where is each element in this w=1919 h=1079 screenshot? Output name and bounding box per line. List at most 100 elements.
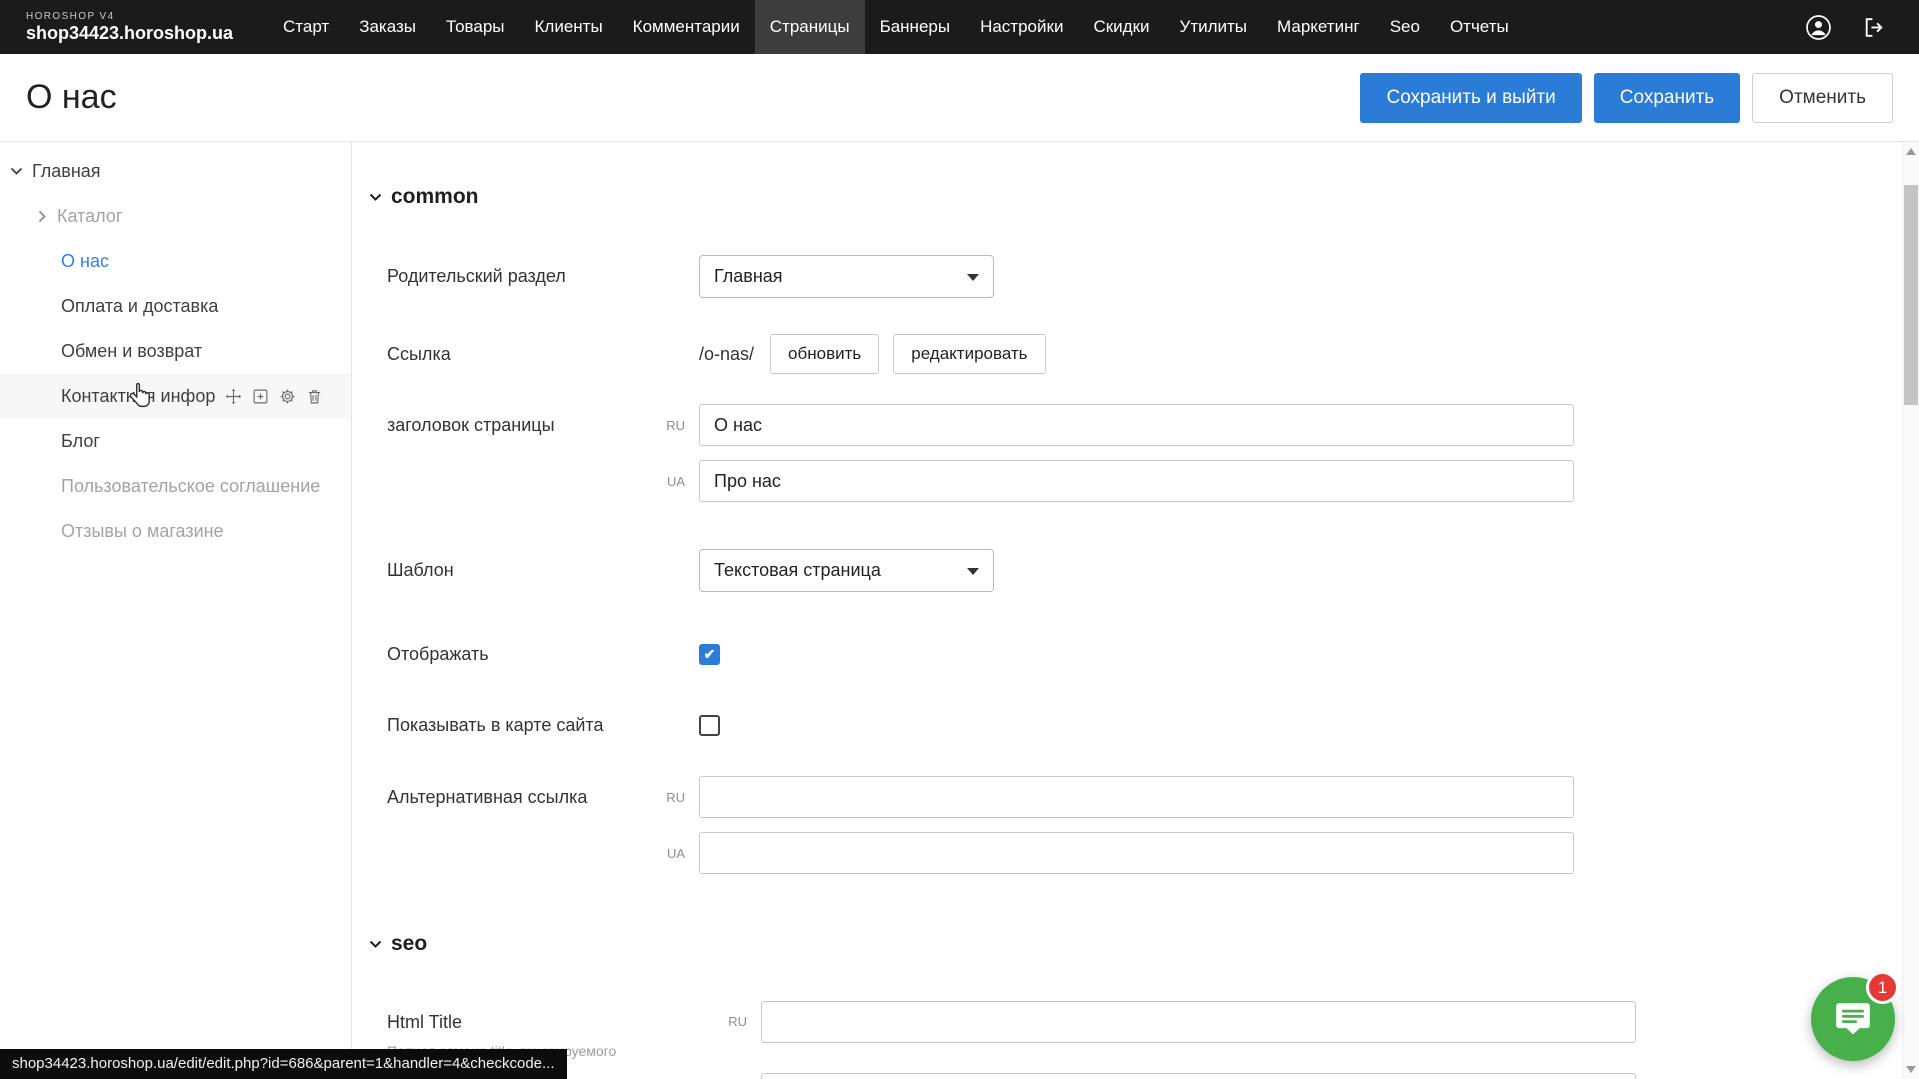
sitemap-label: Показывать в карте сайта <box>387 715 699 736</box>
link-refresh-button[interactable]: обновить <box>770 334 879 374</box>
page-title-ru-input[interactable] <box>699 404 1574 446</box>
tree-item-label: Обмен и возврат <box>61 341 202 362</box>
template-select[interactable]: Текстовая страница <box>699 549 994 592</box>
status-url-tooltip: shop34423.horoshop.ua/edit/edit.php?id=6… <box>0 1049 567 1079</box>
tree-item-label: Контактная инфор <box>61 386 215 407</box>
display-row: Отображать <box>353 644 1902 665</box>
header-actions: Сохранить и выйти Сохранить Отменить <box>1360 73 1893 123</box>
nav-banners[interactable]: Баннеры <box>865 0 966 54</box>
logout-icon[interactable] <box>1862 15 1887 40</box>
link-row: Ссылка /o-nas/ обновить редактировать <box>353 334 1902 374</box>
nav-discounts[interactable]: Скидки <box>1078 0 1164 54</box>
sitemap-row: Показывать в карте сайта <box>353 715 1902 736</box>
template-row: Шаблон Текстовая страница <box>353 549 1902 592</box>
tree-item-polzovatelskoe-soglashenie[interactable]: Пользовательское соглашение <box>0 464 351 509</box>
parent-section-row: Родительский раздел Главная <box>353 255 1902 298</box>
page-title: О нас <box>26 78 117 117</box>
alt-link-label: Альтернативная ссылка <box>387 787 637 808</box>
section-title: common <box>391 185 479 209</box>
add-page-icon[interactable] <box>252 388 269 405</box>
nav-marketing[interactable]: Маркетинг <box>1262 0 1375 54</box>
top-navigation-bar: HOROSHOP V4 shop34423.horoshop.ua Старт … <box>0 0 1919 54</box>
select-caret-icon <box>967 274 979 281</box>
tree-item-actions <box>225 388 323 405</box>
tree-item-glavnaya[interactable]: Главная <box>0 149 351 194</box>
scroll-down-arrow-icon[interactable] <box>1906 1066 1916 1073</box>
user-account-icon[interactable] <box>1805 14 1832 41</box>
section-common-header[interactable]: common <box>353 184 1902 210</box>
selected-option: Текстовая страница <box>714 560 881 581</box>
logo-domain: shop34423.horoshop.ua <box>26 23 238 44</box>
tree-item-oplata-i-dostavka[interactable]: Оплата и доставка <box>0 284 351 329</box>
tree-item-otzyvy-o-magazine[interactable]: Отзывы о магазине <box>0 509 351 554</box>
nav-start[interactable]: Старт <box>268 0 344 54</box>
link-edit-button[interactable]: редактировать <box>893 334 1045 374</box>
page-title-ua-row: UA <box>353 460 1902 502</box>
lang-tag-ru: RU <box>637 418 699 433</box>
tree-item-kontaktnaya-informatsiya[interactable]: Контактная инфор <box>0 374 351 419</box>
tree-item-label: О нас <box>61 251 109 272</box>
topbar-icons <box>1805 14 1919 41</box>
lang-tag-ua: UA <box>637 474 699 489</box>
nav-orders[interactable]: Заказы <box>344 0 431 54</box>
chat-widget-button[interactable]: 1 <box>1811 977 1895 1061</box>
settings-gear-icon[interactable] <box>279 388 296 405</box>
html-title-ru-input[interactable] <box>761 1001 1636 1043</box>
link-label: Ссылка <box>387 344 699 365</box>
tree-item-obmen-i-vozvrat[interactable]: Обмен и возврат <box>0 329 351 374</box>
nav-pages[interactable]: Страницы <box>755 0 865 54</box>
parent-section-select[interactable]: Главная <box>699 255 994 298</box>
scrollbar-thumb[interactable] <box>1904 185 1918 405</box>
logo-version: HOROSHOP V4 <box>26 11 238 22</box>
section-seo-header[interactable]: seo <box>353 931 1902 957</box>
logo[interactable]: HOROSHOP V4 shop34423.horoshop.ua <box>0 11 268 44</box>
html-title-ua-input[interactable] <box>761 1073 1636 1079</box>
nav-utilities[interactable]: Утилиты <box>1165 0 1263 54</box>
display-label: Отображать <box>387 644 699 665</box>
tree-item-katalog[interactable]: Каталог <box>0 194 351 239</box>
page-title-ua-input[interactable] <box>699 460 1574 502</box>
tree-item-label: Пользовательское соглашение <box>61 476 320 497</box>
nav-comments[interactable]: Комментарии <box>618 0 755 54</box>
delete-trash-icon[interactable] <box>306 388 323 405</box>
nav-seo[interactable]: Seo <box>1375 0 1435 54</box>
chat-unread-badge: 1 <box>1866 971 1899 1004</box>
lang-tag-ua: UA <box>637 846 699 861</box>
nav-products[interactable]: Товары <box>431 0 519 54</box>
tree-item-label: Отзывы о магазине <box>61 521 224 542</box>
chevron-down-icon[interactable] <box>10 167 23 176</box>
tree-item-label: Блог <box>61 431 100 452</box>
save-button[interactable]: Сохранить <box>1594 73 1740 123</box>
chevron-right-icon[interactable] <box>38 210 47 223</box>
lang-tag-ru: RU <box>637 790 699 805</box>
alt-link-ua-row: UA <box>353 832 1902 874</box>
nav-clients[interactable]: Клиенты <box>520 0 618 54</box>
link-path: /o-nas/ <box>699 344 754 365</box>
chevron-down-icon <box>369 193 382 202</box>
cancel-button[interactable]: Отменить <box>1752 73 1893 123</box>
content-area: Главная Каталог О нас Оплата и доставка … <box>0 142 1919 1079</box>
chat-bubble-icon <box>1832 998 1874 1040</box>
page-edit-form: common Родительский раздел Главная Ссылк… <box>353 142 1902 1079</box>
move-icon[interactable] <box>225 388 242 405</box>
tree-item-o-nas[interactable]: О нас <box>0 239 351 284</box>
vertical-scrollbar[interactable] <box>1902 142 1919 1079</box>
tree-item-label: Каталог <box>57 206 122 227</box>
main-menu: Старт Заказы Товары Клиенты Комментарии … <box>268 0 1524 54</box>
section-title: seo <box>391 932 427 956</box>
page-title-ru-row: заголовок страницы RU <box>353 404 1902 446</box>
chevron-down-icon <box>369 940 382 949</box>
template-label: Шаблон <box>387 560 699 581</box>
save-and-exit-button[interactable]: Сохранить и выйти <box>1360 73 1581 123</box>
alt-link-ua-input[interactable] <box>699 832 1574 874</box>
tree-item-blog[interactable]: Блог <box>0 419 351 464</box>
page-header: О нас Сохранить и выйти Сохранить Отмени… <box>0 54 1919 142</box>
nav-reports[interactable]: Отчеты <box>1435 0 1524 54</box>
scroll-up-arrow-icon[interactable] <box>1906 148 1916 155</box>
display-checkbox-checked[interactable] <box>699 644 720 665</box>
sitemap-checkbox-unchecked[interactable] <box>699 715 720 736</box>
page-title-label: заголовок страницы <box>387 415 637 436</box>
nav-settings[interactable]: Настройки <box>965 0 1078 54</box>
alt-link-ru-input[interactable] <box>699 776 1574 818</box>
pages-tree-sidebar: Главная Каталог О нас Оплата и доставка … <box>0 142 352 1079</box>
